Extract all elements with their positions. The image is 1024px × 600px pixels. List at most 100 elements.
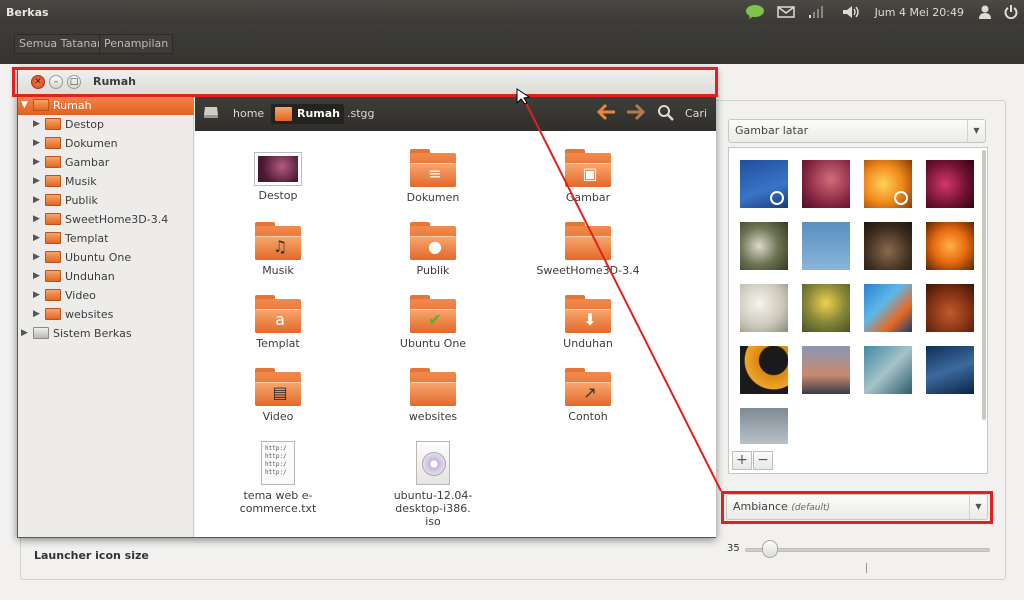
file-item[interactable]: ▣ Gambar	[528, 149, 648, 204]
chevron-right-icon[interactable]: ▶	[33, 115, 40, 134]
wallpaper-thumb[interactable]	[802, 222, 850, 270]
back-arrow-icon[interactable]	[596, 103, 617, 124]
remove-wallpaper-button[interactable]: −	[753, 451, 773, 470]
sidebar-item-label: Destop	[65, 118, 104, 131]
wallpaper-thumb[interactable]	[802, 284, 850, 332]
file-item[interactable]: ● Publik	[373, 222, 493, 277]
sidebar-item-label: Gambar	[65, 156, 110, 169]
file-label: SweetHome3D-3.4	[536, 264, 640, 277]
file-item[interactable]: ≡ Dokumen	[373, 149, 493, 204]
wallpaper-thumb[interactable]	[740, 408, 788, 444]
wallpaper-thumb[interactable]	[802, 346, 850, 394]
wallpaper-thumb[interactable]	[864, 160, 912, 208]
volume-icon[interactable]	[841, 5, 861, 19]
chevron-right-icon[interactable]: ▶	[33, 153, 40, 172]
file-item[interactable]: websites	[373, 368, 493, 423]
file-item[interactable]: Destop	[218, 149, 338, 202]
sidebar-item-publik[interactable]: ▶ Publik	[18, 191, 194, 210]
sidebar-item-ubuntu-one[interactable]: ▶ Ubuntu One	[18, 248, 194, 267]
sidebar-item-label: Unduhan	[65, 270, 115, 283]
folder-icon: ▣	[565, 149, 611, 187]
folder-icon	[45, 194, 61, 206]
wallpaper-thumb[interactable]	[926, 346, 974, 394]
sidebar-item-rumah[interactable]: ▼ Rumah	[18, 96, 194, 115]
chevron-right-icon[interactable]: ▶	[33, 172, 40, 191]
add-wallpaper-button[interactable]: +	[732, 451, 752, 470]
slider-handle[interactable]	[761, 540, 778, 558]
wallpaper-thumb[interactable]	[864, 284, 912, 332]
chevron-right-icon[interactable]: ▶	[33, 134, 40, 153]
sidebar-item-websites[interactable]: ▶ websites	[18, 305, 194, 324]
mail-icon[interactable]	[776, 6, 795, 18]
file-item[interactable]: ubuntu-12.04-desktop-i386. iso	[373, 441, 493, 528]
file-item[interactable]: ✔ Ubuntu One	[373, 295, 493, 350]
close-icon[interactable]: ✕	[31, 75, 45, 89]
user-icon[interactable]	[978, 5, 992, 19]
chevron-right-icon[interactable]: ▶	[33, 210, 40, 229]
sidebar-item-templat[interactable]: ▶ Templat	[18, 229, 194, 248]
wallpaper-thumb[interactable]	[802, 160, 850, 208]
file-label: Gambar	[565, 191, 611, 204]
wallpaper-thumb[interactable]	[926, 222, 974, 270]
file-item[interactable]: ▤ Video	[218, 368, 338, 423]
wallpaper-thumb[interactable]	[864, 222, 912, 270]
launcher-icon-size-slider[interactable]	[745, 548, 990, 552]
chat-icon[interactable]	[745, 4, 765, 20]
chevron-right-icon[interactable]: ▶	[33, 267, 40, 286]
theme-combo[interactable]: Ambiance (default) ▼	[726, 494, 988, 520]
file-item[interactable]: a Templat	[218, 295, 338, 350]
sidebar-item-video[interactable]: ▶ Video	[18, 286, 194, 305]
sidebar-item-musik[interactable]: ▶ Musik	[18, 172, 194, 191]
folder-icon: ♫	[255, 222, 301, 260]
all-settings-button[interactable]: Semua Tatanan	[14, 34, 110, 54]
appearance-button[interactable]: Penampilan	[99, 34, 174, 54]
wallpaper-thumb[interactable]	[926, 284, 974, 332]
search-icon[interactable]	[657, 104, 675, 125]
chevron-right-icon[interactable]: ▶	[33, 248, 40, 267]
power-icon[interactable]	[1004, 5, 1018, 19]
chevron-right-icon[interactable]: ▶	[33, 229, 40, 248]
wallpaper-source-combo[interactable]: Gambar latar ▼	[728, 119, 986, 143]
wallpaper-thumb[interactable]	[864, 346, 912, 394]
network-icon[interactable]	[807, 5, 829, 19]
crumb-rumah[interactable]: Rumah	[271, 104, 345, 124]
sidebar-item-gambar[interactable]: ▶ Gambar	[18, 153, 194, 172]
chevron-right-icon[interactable]: ▶	[33, 286, 40, 305]
file-item[interactable]: SweetHome3D-3.4	[528, 222, 648, 277]
wallpaper-thumb[interactable]	[740, 284, 788, 332]
wallpaper-thumb[interactable]	[740, 222, 788, 270]
file-label: Unduhan	[563, 337, 613, 350]
file-item[interactable]: ⬇ Unduhan	[528, 295, 648, 350]
crumb-home[interactable]: home	[229, 104, 268, 124]
sidebar-item-sweethome3d-3-4[interactable]: ▶ SweetHome3D-3.4	[18, 210, 194, 229]
chevron-right-icon[interactable]: ▶	[33, 191, 40, 210]
file-item[interactable]: ↗ Contoh	[528, 368, 648, 423]
sidebar-item-label: Sistem Berkas	[53, 327, 132, 340]
sidebar-item-dokumen[interactable]: ▶ Dokumen	[18, 134, 194, 153]
clock[interactable]: Jum 4 Mei 20:49	[875, 6, 964, 19]
window-titlebar[interactable]: ✕ – □ Rumah	[18, 69, 715, 96]
file-item[interactable]: ♫ Musik	[218, 222, 338, 277]
chevron-down-icon[interactable]: ▼	[21, 96, 28, 115]
chevron-right-icon[interactable]: ▶	[33, 305, 40, 324]
file-item[interactable]: http:/http:/http:/http:/tema web e-comme…	[218, 441, 338, 515]
minimize-icon[interactable]: –	[49, 75, 63, 89]
scrollbar[interactable]	[982, 150, 986, 420]
drive-icon	[33, 327, 49, 339]
slider-tick	[866, 563, 867, 573]
chevron-right-icon[interactable]: ▶	[21, 324, 28, 343]
sidebar-item-unduhan[interactable]: ▶ Unduhan	[18, 267, 194, 286]
forward-arrow-icon[interactable]	[625, 103, 646, 124]
home-folder-icon	[275, 107, 292, 121]
wallpaper-thumb[interactable]	[740, 346, 788, 394]
drive-icon[interactable]	[203, 105, 219, 122]
sidebar-item-sistem-berkas[interactable]: ▶ Sistem Berkas	[18, 324, 194, 343]
search-label[interactable]: Cari	[681, 104, 711, 124]
wallpaper-thumb[interactable]	[740, 160, 788, 208]
file-label: Destop	[258, 189, 298, 202]
folder-icon: ●	[410, 222, 456, 260]
maximize-icon[interactable]: □	[67, 75, 81, 89]
sidebar-item-destop[interactable]: ▶ Destop	[18, 115, 194, 134]
crumb-stgg[interactable]: .stgg	[343, 104, 379, 124]
wallpaper-thumb[interactable]	[926, 160, 974, 208]
